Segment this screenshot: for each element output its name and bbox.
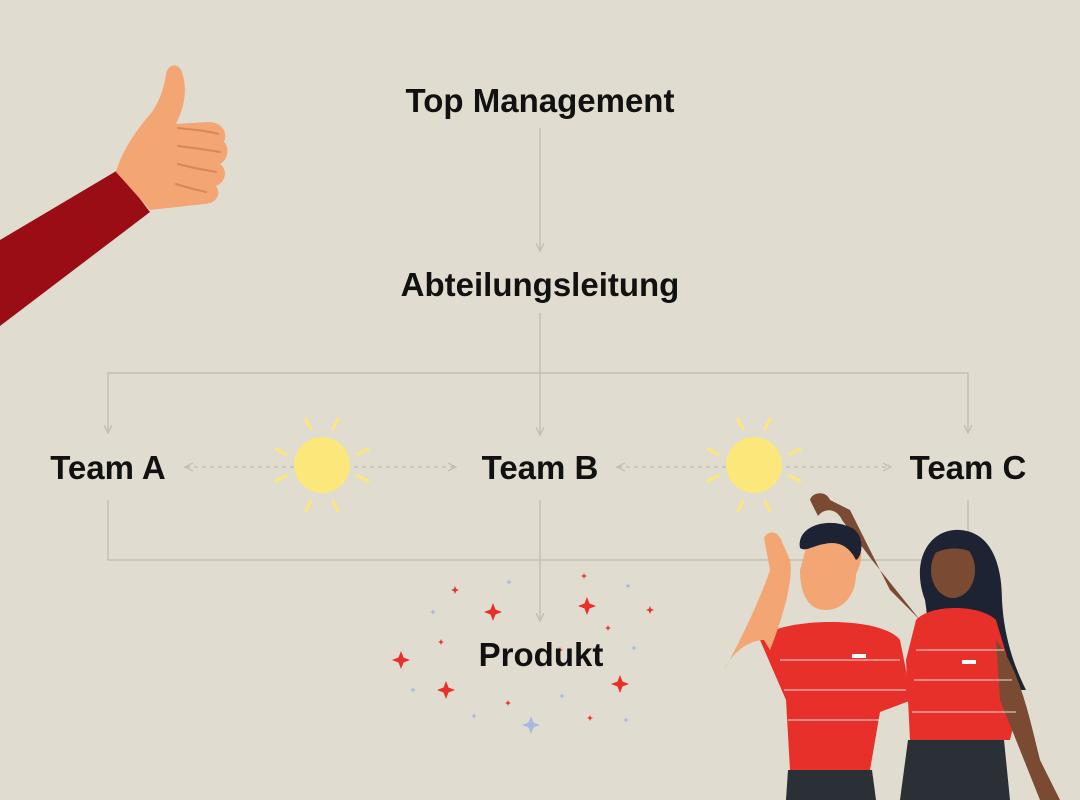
- node-team-b: Team B: [482, 449, 599, 486]
- node-top-management: Top Management: [406, 82, 675, 119]
- node-team-a: Team A: [50, 449, 166, 486]
- org-diagram: Top Management Abteilungsleitung Team A …: [0, 0, 1080, 800]
- node-abteilungsleitung: Abteilungsleitung: [401, 266, 680, 303]
- node-produkt: Produkt: [479, 636, 604, 673]
- diagram-canvas: Top Management Abteilungsleitung Team A …: [0, 0, 1080, 800]
- node-team-c: Team C: [910, 449, 1027, 486]
